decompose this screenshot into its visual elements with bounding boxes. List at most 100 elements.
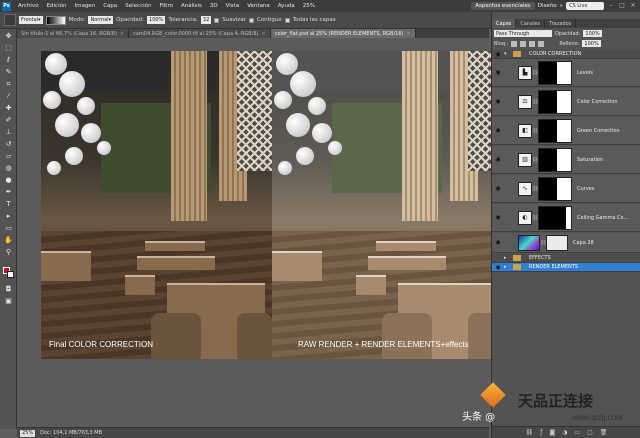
move-tool-icon[interactable]: ✥ — [4, 32, 13, 41]
contiguous-checkbox[interactable] — [248, 17, 254, 23]
tab-document-1[interactable]: Sin título-1 al 66,7% (Capa 16, RGB/8) × — [17, 29, 130, 38]
lock-pixels-icon[interactable] — [520, 40, 527, 47]
layer-group-color-correction[interactable]: ◉ ▾ COLOR CORRECTION — [492, 50, 640, 59]
zoom-input[interactable]: 25% — [20, 429, 36, 437]
chevron-right-icon[interactable]: » — [560, 3, 563, 9]
layer-green-correction[interactable]: ◉ ◧ ⛓ Green Correction — [492, 117, 640, 145]
layer-group-render-elements[interactable]: ◉ ▸ RENDER ELEMENTS — [492, 263, 640, 272]
chevron-right-icon[interactable]: ▸ — [504, 255, 510, 261]
hand-tool-icon[interactable]: ✋ — [4, 236, 13, 245]
minimize-icon[interactable]: – — [607, 2, 615, 10]
layer-mask-thumbnail[interactable] — [538, 60, 572, 85]
canvas-area[interactable]: Final COLOR CORRECTION RAW RENDER + REND… — [17, 38, 503, 427]
lock-transparency-icon[interactable] — [511, 40, 518, 47]
chevron-down-icon[interactable]: ▾ — [504, 51, 510, 57]
history-brush-tool-icon[interactable]: ↺ — [4, 140, 13, 149]
eye-icon[interactable]: ◉ — [492, 51, 504, 58]
lasso-tool-icon[interactable]: ℓ — [4, 56, 13, 65]
layer-curves[interactable]: ◉ ∿ ⛓ Curves — [492, 175, 640, 203]
healing-tool-icon[interactable]: ✚ — [4, 104, 13, 113]
menu-imagen[interactable]: Imagen — [70, 3, 99, 9]
menu-vista[interactable]: Vista — [222, 3, 244, 9]
eye-icon[interactable]: ◉ — [492, 239, 504, 246]
zoom-tool-icon[interactable]: ⚲ — [4, 248, 13, 257]
menu-filtro[interactable]: Filtro — [155, 3, 176, 9]
tab-capas[interactable]: Capas — [492, 19, 517, 28]
pen-tool-icon[interactable]: ✒ — [4, 188, 13, 197]
menu-archivo[interactable]: Archivo — [14, 3, 43, 9]
tolerance-input[interactable]: 32 — [200, 16, 212, 24]
eye-icon[interactable]: ◉ — [492, 156, 504, 163]
background-color-swatch[interactable] — [7, 271, 14, 278]
zoom-level-dropdown[interactable]: 25% — [299, 3, 319, 9]
menu-3d[interactable]: 3D — [206, 3, 222, 9]
type-tool-icon[interactable]: T — [4, 200, 13, 209]
stamp-tool-icon[interactable]: ⊥ — [4, 128, 13, 137]
layer-saturation[interactable]: ◉ ▥ ⛓ Saturation — [492, 146, 640, 174]
layer-ceiling-gamma[interactable]: ◉ ◐ ⛓ Ceiling Gamma Co... — [492, 204, 640, 232]
layer-capa-28[interactable]: ◉ ⛓ Capa 28 — [492, 233, 640, 253]
quick-mask-icon[interactable]: ◘ — [4, 285, 13, 294]
layer-mask-thumbnail[interactable] — [538, 89, 572, 114]
eye-icon[interactable]: ◉ — [492, 127, 504, 134]
layer-levels[interactable]: ◉ ▙ ⛓ Levels — [492, 59, 640, 87]
close-icon[interactable]: × — [406, 31, 410, 37]
menu-ventana[interactable]: Ventana — [243, 3, 274, 9]
layer-color-correction[interactable]: ◉ ⚖ ⛓ Color Correction — [492, 88, 640, 116]
fill-input[interactable]: 100% — [582, 40, 601, 47]
path-select-tool-icon[interactable]: ▸ — [4, 212, 13, 221]
eye-icon[interactable]: ◉ — [492, 69, 504, 76]
pattern-swatch[interactable] — [45, 15, 66, 25]
fill-source-select[interactable]: Frontal ▾ — [19, 16, 43, 24]
close-icon[interactable]: × — [629, 2, 637, 10]
brush-tool-icon[interactable]: ✐ — [4, 116, 13, 125]
mode-select[interactable]: Normal ▾ — [88, 16, 114, 24]
lock-position-icon[interactable] — [529, 40, 536, 47]
shape-tool-icon[interactable]: ▭ — [4, 224, 13, 233]
layer-mask-thumbnail[interactable] — [546, 234, 568, 251]
layer-mask-thumbnail[interactable] — [538, 147, 572, 172]
layer-mask-thumbnail[interactable] — [538, 118, 572, 143]
marquee-tool-icon[interactable]: ⬚ — [4, 44, 13, 53]
bucket-tool-icon[interactable]: ◍ — [4, 164, 13, 173]
close-icon[interactable]: × — [120, 31, 124, 37]
layer-opacity-input[interactable]: 100% — [583, 30, 602, 37]
tab-document-2[interactable]: cam04,RGB_color.0000.tif al 25% (Capa 4,… — [129, 29, 271, 38]
cs-live-button[interactable]: CS Live — [566, 2, 604, 10]
menu-edicion[interactable]: Edición — [43, 3, 71, 9]
tab-trazados[interactable]: Trazados — [545, 19, 577, 28]
crop-tool-icon[interactable]: ⌗ — [4, 80, 13, 89]
menu-seleccion[interactable]: Selección — [121, 3, 155, 9]
maximize-icon[interactable]: □ — [618, 2, 626, 10]
eye-icon[interactable]: ◉ — [492, 185, 504, 192]
eyedropper-tool-icon[interactable]: ⁄ — [4, 92, 13, 101]
quick-select-tool-icon[interactable]: ✎ — [4, 68, 13, 77]
cloud-lamp — [286, 113, 310, 137]
opacity-input[interactable]: 100% — [147, 16, 166, 24]
workspace-essentials-button[interactable]: Aspectos esenciales — [471, 2, 535, 10]
eye-icon[interactable]: ◉ — [492, 264, 504, 271]
layer-mask-thumbnail[interactable] — [538, 205, 572, 230]
tab-canales[interactable]: Canales — [516, 19, 546, 28]
layer-mask-thumbnail[interactable] — [538, 176, 572, 201]
menu-analisis[interactable]: Análisis — [177, 3, 206, 9]
eye-icon[interactable]: ◉ — [492, 214, 504, 221]
tab-document-3[interactable]: color_flat.psd al 25% (RENDER ELEMENTS, … — [270, 29, 416, 38]
close-icon[interactable]: × — [262, 31, 266, 37]
all-layers-checkbox[interactable] — [284, 17, 290, 23]
document-canvas[interactable]: Final COLOR CORRECTION RAW RENDER + REND… — [41, 51, 503, 359]
workspace-design-button[interactable]: Diseño — [538, 3, 557, 9]
layer-group-effects[interactable]: ▸ EFFECTS — [492, 254, 640, 263]
lock-all-icon[interactable] — [538, 40, 545, 47]
dodge-tool-icon[interactable]: ● — [4, 176, 13, 185]
blend-mode-select[interactable]: Pass Through — [494, 30, 552, 37]
eye-icon[interactable]: ◉ — [492, 98, 504, 105]
eraser-tool-icon[interactable]: ▱ — [4, 152, 13, 161]
chevron-right-icon[interactable]: ▸ — [504, 264, 510, 270]
screen-mode-icon[interactable]: ▣ — [4, 297, 13, 306]
smooth-checkbox[interactable] — [214, 17, 220, 23]
menu-ayuda[interactable]: Ayuda — [274, 3, 299, 9]
menu-capa[interactable]: Capa — [99, 3, 121, 9]
bucket-tool-icon[interactable] — [4, 14, 16, 26]
doc-size-info[interactable]: Doc: 104,1 MB/763,3 MB — [40, 430, 102, 436]
